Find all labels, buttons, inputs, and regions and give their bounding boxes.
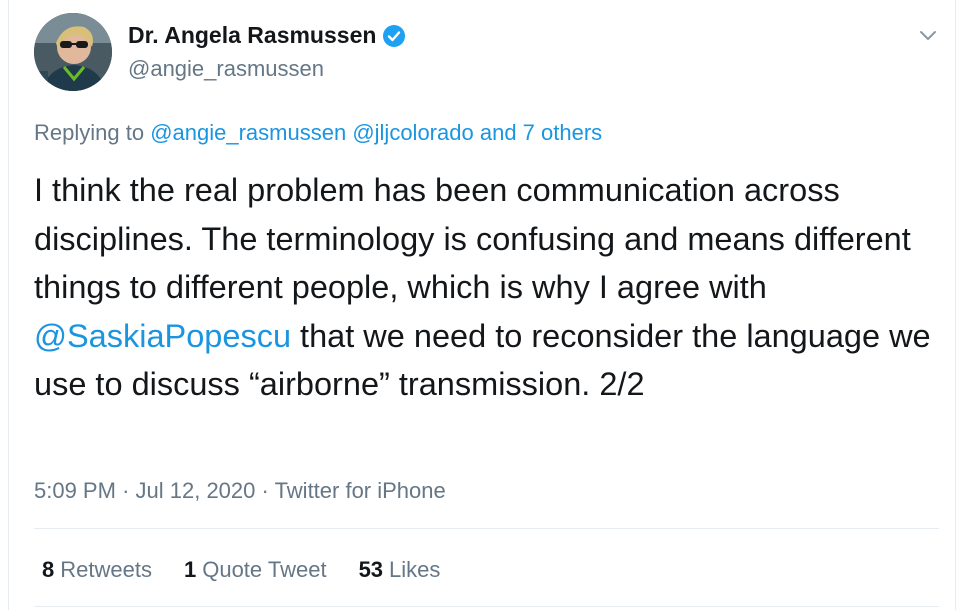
tweet-time[interactable]: 5:09 PM: [34, 478, 116, 503]
replying-prefix: Replying to: [34, 120, 145, 145]
author-display-name[interactable]: Dr. Angela Rasmussen: [128, 22, 376, 49]
tweet-text-start: I think the real problem has been commun…: [34, 172, 911, 305]
tweet-date[interactable]: Jul 12, 2020: [136, 478, 256, 503]
quote-tweets-stat[interactable]: 1 Quote Tweet: [184, 557, 327, 583]
author-handle[interactable]: @angie_rasmussen: [128, 56, 324, 82]
retweets-count: 8: [42, 557, 55, 582]
likes-count: 53: [358, 557, 384, 582]
meta-separator: ·: [261, 478, 269, 503]
meta-separator: ·: [122, 478, 130, 503]
chevron-down-icon[interactable]: [917, 24, 939, 46]
quote-tweets-count: 1: [183, 557, 197, 582]
tweet-text: I think the real problem has been commun…: [34, 166, 934, 409]
tweet-stats: 8 Retweets 1 Quote Tweet 53 Likes: [42, 557, 472, 583]
replying-to-line: Replying to @angie_rasmussen @jljcolorad…: [34, 120, 602, 146]
quote-tweets-label: Quote Tweet: [202, 557, 327, 582]
retweets-stat[interactable]: 8 Retweets: [42, 557, 152, 583]
replying-mention-1[interactable]: @angie_rasmussen: [150, 120, 346, 145]
tweet-source[interactable]: Twitter for iPhone: [275, 478, 446, 503]
verified-badge-icon: [383, 24, 406, 47]
divider: [34, 528, 939, 529]
likes-stat[interactable]: 53 Likes: [359, 557, 441, 583]
replying-mention-2[interactable]: @jljcolorado: [352, 120, 473, 145]
retweets-label: Retweets: [60, 557, 152, 582]
replying-others-link[interactable]: and 7 others: [480, 120, 602, 145]
divider: [34, 606, 939, 607]
tweet-mention-link[interactable]: @SaskiaPopescu: [34, 318, 291, 354]
tweet-meta: 5:09 PM · Jul 12, 2020 · Twitter for iPh…: [34, 478, 446, 504]
tweet-card: Dr. Angela Rasmussen @angie_rasmussen Re…: [8, 0, 956, 610]
likes-label: Likes: [389, 557, 441, 582]
author-name-row[interactable]: Dr. Angela Rasmussen: [128, 22, 406, 49]
avatar-photo: [34, 13, 112, 91]
avatar[interactable]: [34, 13, 112, 91]
